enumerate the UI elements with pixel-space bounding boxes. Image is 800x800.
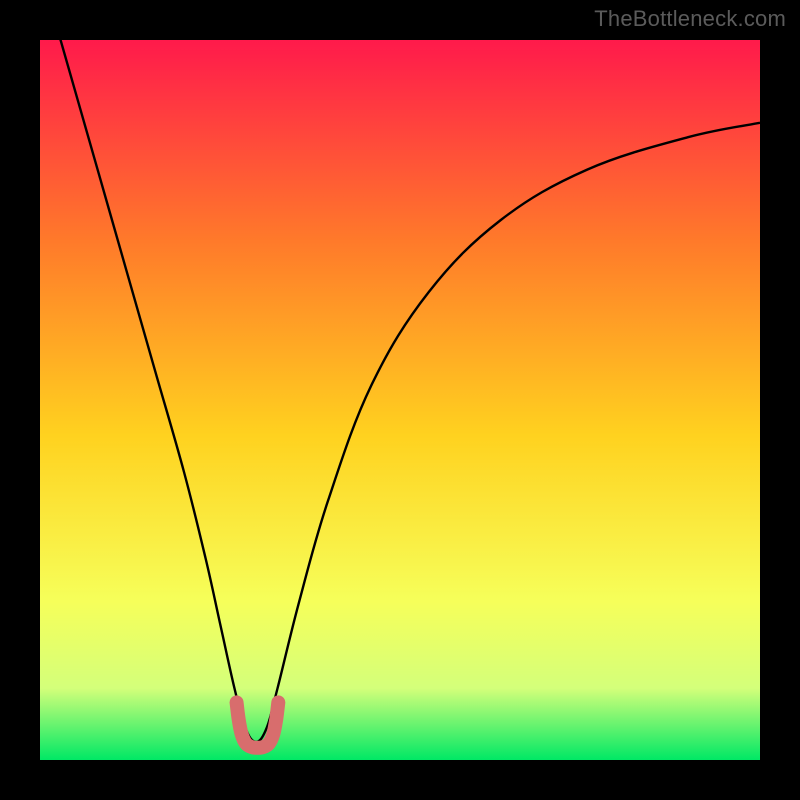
watermark-text: TheBottleneck.com xyxy=(594,6,786,32)
plot-area xyxy=(40,40,760,760)
chart-container: TheBottleneck.com xyxy=(0,0,800,800)
chart-svg xyxy=(40,40,760,760)
